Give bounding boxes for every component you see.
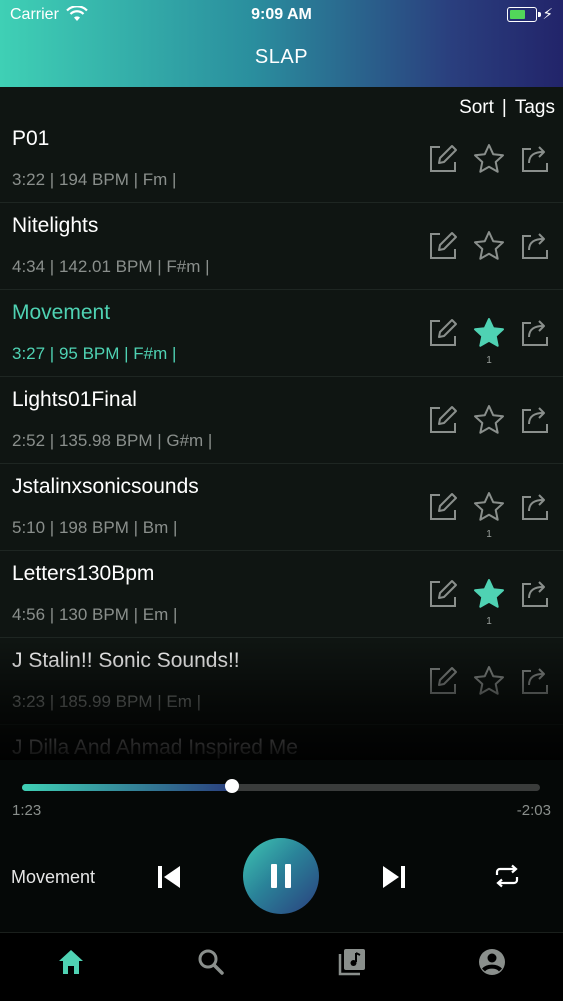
progress-fill: [22, 784, 232, 791]
edit-icon[interactable]: [427, 230, 459, 262]
song-meta: 3:23 | 185.99 BPM | Em |: [12, 692, 202, 711]
battery-icon: [507, 7, 541, 22]
star-icon[interactable]: [473, 404, 505, 436]
home-icon[interactable]: [56, 947, 86, 977]
edit-icon[interactable]: [427, 665, 459, 697]
pause-icon: [271, 864, 277, 888]
song-list[interactable]: Sort | Tags P01 3:22 | 194 BPM | Fm | Niteli…: [0, 87, 563, 760]
song-row[interactable]: Lights01Final 2:52 | 135.98 BPM | G#m |: [0, 376, 563, 464]
page-title: SLAP: [254, 46, 309, 68]
star-icon[interactable]: [473, 230, 505, 262]
star-icon[interactable]: [473, 665, 505, 697]
song-row[interactable]: Movement 3:27 | 95 BPM | F#m | 1: [0, 289, 563, 377]
share-icon[interactable]: [519, 143, 551, 175]
song-actions: [427, 665, 551, 699]
song-row[interactable]: J Stalin!! Sonic Sounds!! 3:23 | 185.99 B…: [0, 637, 563, 725]
progress-thumb[interactable]: [224, 779, 239, 793]
edit-icon[interactable]: [427, 491, 459, 523]
edit-icon[interactable]: [427, 404, 459, 436]
star-icon[interactable]: [473, 317, 505, 349]
edit-icon[interactable]: [427, 143, 459, 175]
song-row[interactable]: Letters130Bpm 4:56 | 130 BPM | Em | 1: [0, 550, 563, 638]
elapsed-time: 1:23: [12, 802, 42, 819]
song-row[interactable]: J Dilla And Ahmad Inspired Me: [0, 724, 563, 760]
song-actions: [427, 143, 551, 177]
song-actions: 1: [427, 578, 551, 627]
share-icon[interactable]: [519, 491, 551, 523]
song-title: Lights01Final: [12, 388, 137, 411]
song-meta: 4:56 | 130 BPM | Em |: [12, 605, 178, 624]
song-actions: 1: [427, 317, 551, 366]
app-header: Carrier 9:09 AM ⚡︎ SLAP: [0, 0, 563, 87]
star-count: 1: [486, 616, 492, 627]
profile-icon[interactable]: [477, 947, 507, 977]
clock: 9:09 AM: [251, 6, 312, 23]
charging-icon: ⚡︎: [542, 6, 553, 23]
player-bar: 1:23 -2:03 Movement: [0, 760, 563, 932]
share-icon[interactable]: [519, 317, 551, 349]
now-playing-title: Movement: [11, 867, 96, 887]
song-title: Letters130Bpm: [12, 562, 155, 585]
star-count: 1: [486, 355, 492, 366]
previous-icon[interactable]: [156, 864, 182, 890]
song-meta: 3:27 | 95 BPM | F#m |: [12, 344, 177, 363]
edit-icon[interactable]: [427, 317, 459, 349]
star-icon[interactable]: [473, 578, 505, 610]
song-title: Movement: [12, 301, 111, 324]
song-meta: 2:52 | 135.98 BPM | G#m |: [12, 431, 213, 450]
progress-track[interactable]: [22, 784, 540, 791]
share-icon[interactable]: [519, 665, 551, 697]
pause-button[interactable]: [243, 838, 319, 914]
song-actions: [427, 230, 551, 264]
library-icon[interactable]: [337, 947, 367, 977]
song-title: Jstalinxsonicsounds: [12, 475, 199, 498]
song-title: Nitelights: [12, 214, 99, 237]
song-meta: 5:10 | 198 BPM | Bm |: [12, 518, 178, 537]
search-icon[interactable]: [196, 947, 226, 977]
star-count: 1: [486, 529, 492, 540]
share-icon[interactable]: [519, 578, 551, 610]
star-icon[interactable]: [473, 143, 505, 175]
song-row[interactable]: Jstalinxsonicsounds 5:10 | 198 BPM | Bm |…: [0, 463, 563, 551]
status-bar: Carrier 9:09 AM ⚡︎: [0, 0, 563, 30]
star-icon[interactable]: [473, 491, 505, 523]
edit-icon[interactable]: [427, 578, 459, 610]
song-actions: 1: [427, 491, 551, 540]
share-icon[interactable]: [519, 230, 551, 262]
next-icon[interactable]: [381, 864, 407, 890]
pause-icon-bar: [285, 864, 291, 888]
song-meta: 4:34 | 142.01 BPM | F#m |: [12, 257, 210, 276]
share-icon[interactable]: [519, 404, 551, 436]
song-meta: 3:22 | 194 BPM | Fm |: [12, 170, 177, 189]
tab-bar: [0, 932, 563, 1001]
song-title: J Dilla And Ahmad Inspired Me: [12, 736, 298, 759]
repeat-icon[interactable]: [494, 864, 520, 888]
song-actions: [427, 404, 551, 438]
song-row[interactable]: Nitelights 4:34 | 142.01 BPM | F#m |: [0, 202, 563, 290]
remaining-time: -2:03: [516, 802, 551, 819]
song-row[interactable]: P01 3:22 | 194 BPM | Fm |: [0, 115, 563, 203]
song-title: J Stalin!! Sonic Sounds!!: [12, 649, 240, 672]
song-title: P01: [12, 127, 50, 150]
